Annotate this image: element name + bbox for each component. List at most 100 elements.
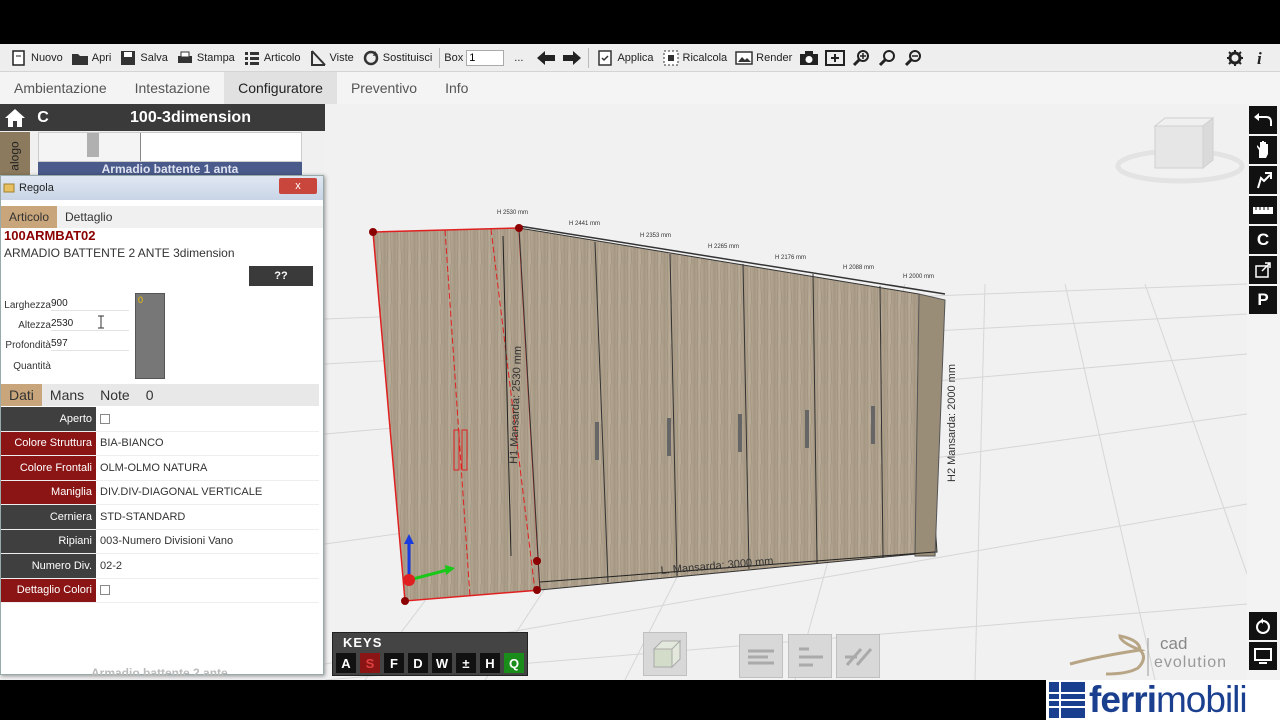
- key-f[interactable]: F: [384, 653, 404, 673]
- replace-button[interactable]: Sostituisci: [358, 45, 437, 71]
- tab-mans[interactable]: Mans: [42, 384, 92, 406]
- arrow-left-icon: [537, 50, 556, 65]
- prop-row-ripiani[interactable]: Ripiani 003-Numero Divisioni Vano: [1, 529, 319, 554]
- zoom-extents-button[interactable]: [822, 45, 848, 71]
- prop-value[interactable]: 003-Numero Divisioni Vano: [96, 529, 319, 553]
- wardrobe-model[interactable]: [369, 224, 946, 605]
- export-button[interactable]: [1249, 256, 1277, 284]
- prop-row-colore-struttura[interactable]: Colore Struttura BIA-BIANCO: [1, 431, 319, 456]
- key-q[interactable]: Q: [504, 653, 524, 673]
- unknown-action-button[interactable]: ??: [249, 266, 313, 286]
- prop-value[interactable]: DIV.DIV-DIAGONAL VERTICALE: [96, 480, 319, 504]
- screenshot-button[interactable]: [796, 45, 822, 71]
- ferrimobili-logo: ferrimobili: [1046, 680, 1280, 720]
- key-plusminus[interactable]: ±: [456, 653, 476, 673]
- info-button[interactable]: i: [1248, 45, 1274, 71]
- pan-button[interactable]: [1249, 136, 1277, 164]
- catalog-side-tab[interactable]: alogo: [0, 132, 30, 180]
- hand-icon: [1257, 141, 1268, 158]
- regola-tabs: Articolo Dettaglio: [1, 206, 323, 228]
- forward-button[interactable]: [559, 45, 585, 71]
- box-more-button[interactable]: ...: [504, 45, 533, 71]
- image-icon: [735, 49, 753, 67]
- recalculate-button[interactable]: Ricalcola: [658, 45, 732, 71]
- aperto-checkbox[interactable]: [100, 413, 110, 424]
- new-file-icon: [10, 49, 28, 67]
- box-label: Box: [444, 51, 464, 64]
- gear-icon: [1227, 50, 1243, 66]
- prop-label: Colore Frontali: [1, 456, 96, 480]
- move-button[interactable]: [1249, 166, 1277, 194]
- top-dim-4: H 2265 mm: [708, 244, 739, 250]
- new-button[interactable]: Nuovo: [6, 45, 67, 71]
- measure-button[interactable]: [1249, 196, 1277, 224]
- zoom-out-button[interactable]: [900, 45, 926, 71]
- export-icon: [1255, 262, 1271, 278]
- prop-label: Numero Div.: [1, 554, 96, 578]
- views-button[interactable]: Viste: [305, 45, 358, 71]
- tab-ambientazione[interactable]: Ambientazione: [0, 72, 121, 104]
- tab-configuratore[interactable]: Configuratore: [224, 72, 337, 104]
- print-button[interactable]: Stampa: [172, 45, 239, 71]
- undo-button[interactable]: [1249, 106, 1277, 134]
- prop-value[interactable]: OLM-OLMO NATURA: [96, 456, 319, 480]
- tab-articolo[interactable]: Articolo: [1, 206, 58, 228]
- dettaglio-colori-checkbox[interactable]: [100, 585, 110, 596]
- back-button[interactable]: [533, 45, 559, 71]
- prop-row-cerniera[interactable]: Cerniera STD-STANDARD: [1, 505, 319, 530]
- box-input[interactable]: [466, 49, 505, 66]
- prop-row-maniglia[interactable]: Maniglia DIV.DIV-DIAGONAL VERTICALE: [1, 480, 319, 505]
- regola-titlebar[interactable]: Regola x: [1, 176, 323, 200]
- home-button[interactable]: [0, 104, 30, 131]
- zoom-window-button[interactable]: [848, 45, 874, 71]
- prop-value[interactable]: BIA-BIANCO: [96, 431, 319, 455]
- tab-intestazione[interactable]: Intestazione: [121, 72, 225, 104]
- tab-info[interactable]: Info: [431, 72, 482, 104]
- viewport-tool-1-button[interactable]: [739, 634, 783, 678]
- right-toolbar: C P: [1247, 104, 1280, 680]
- depth-field[interactable]: [51, 336, 129, 351]
- top-black-bar: [0, 0, 1280, 44]
- h2-dimension-label: H2 Mansarda: 2000 mm: [946, 364, 958, 482]
- prop-label: Dettaglio Colori: [1, 578, 96, 602]
- view-cube[interactable]: [1115, 116, 1245, 184]
- close-button[interactable]: x: [279, 178, 317, 194]
- prop-value[interactable]: STD-STANDARD: [96, 505, 319, 529]
- prop-row-numero-div[interactable]: Numero Div. 02-2: [1, 554, 319, 579]
- key-a[interactable]: A: [336, 653, 356, 673]
- move-icon: [1257, 172, 1272, 189]
- key-h[interactable]: H: [480, 653, 500, 673]
- viewport-tool-2-button[interactable]: [788, 634, 832, 678]
- viewport-3d-box-button[interactable]: [643, 632, 687, 676]
- open-button[interactable]: Apri: [67, 45, 116, 71]
- ferri-text: ferri: [1089, 679, 1157, 720]
- 3d-viewport[interactable]: H 2530 mm H 2441 mm H 2353 mm H 2265 mm …: [325, 104, 1247, 680]
- article-button[interactable]: Articolo: [239, 45, 305, 71]
- text-cursor-icon: [98, 315, 104, 329]
- catalog-c-button[interactable]: C: [30, 104, 56, 131]
- reset-view-button[interactable]: [1249, 612, 1277, 640]
- right-p-button[interactable]: P: [1249, 286, 1277, 314]
- catalog-thumbnail[interactable]: [39, 133, 141, 161]
- key-s[interactable]: S: [360, 653, 380, 673]
- width-field[interactable]: [51, 296, 129, 311]
- apply-button[interactable]: Applica: [592, 45, 657, 71]
- key-w[interactable]: W: [432, 653, 452, 673]
- save-button[interactable]: Salva: [115, 45, 172, 71]
- tab-dettaglio[interactable]: Dettaglio: [57, 206, 120, 228]
- tab-preventivo[interactable]: Preventivo: [337, 72, 431, 104]
- viewport-tool-3-button[interactable]: [836, 634, 880, 678]
- screen-button[interactable]: [1249, 642, 1277, 670]
- settings-button[interactable]: [1222, 45, 1248, 71]
- render-button[interactable]: Render: [731, 45, 796, 71]
- zoom-in-button[interactable]: [874, 45, 900, 71]
- key-d[interactable]: D: [408, 653, 428, 673]
- toolbar-separator: [439, 47, 441, 68]
- tab-dati[interactable]: Dati: [1, 384, 42, 406]
- prop-row-colore-frontali[interactable]: Colore Frontali OLM-OLMO NATURA: [1, 456, 319, 481]
- prop-value[interactable]: 02-2: [96, 554, 319, 578]
- height-field[interactable]: [51, 316, 129, 331]
- right-c-button[interactable]: C: [1249, 226, 1277, 254]
- tab-note[interactable]: Note: [92, 384, 138, 406]
- tab-count[interactable]: 0: [138, 384, 162, 406]
